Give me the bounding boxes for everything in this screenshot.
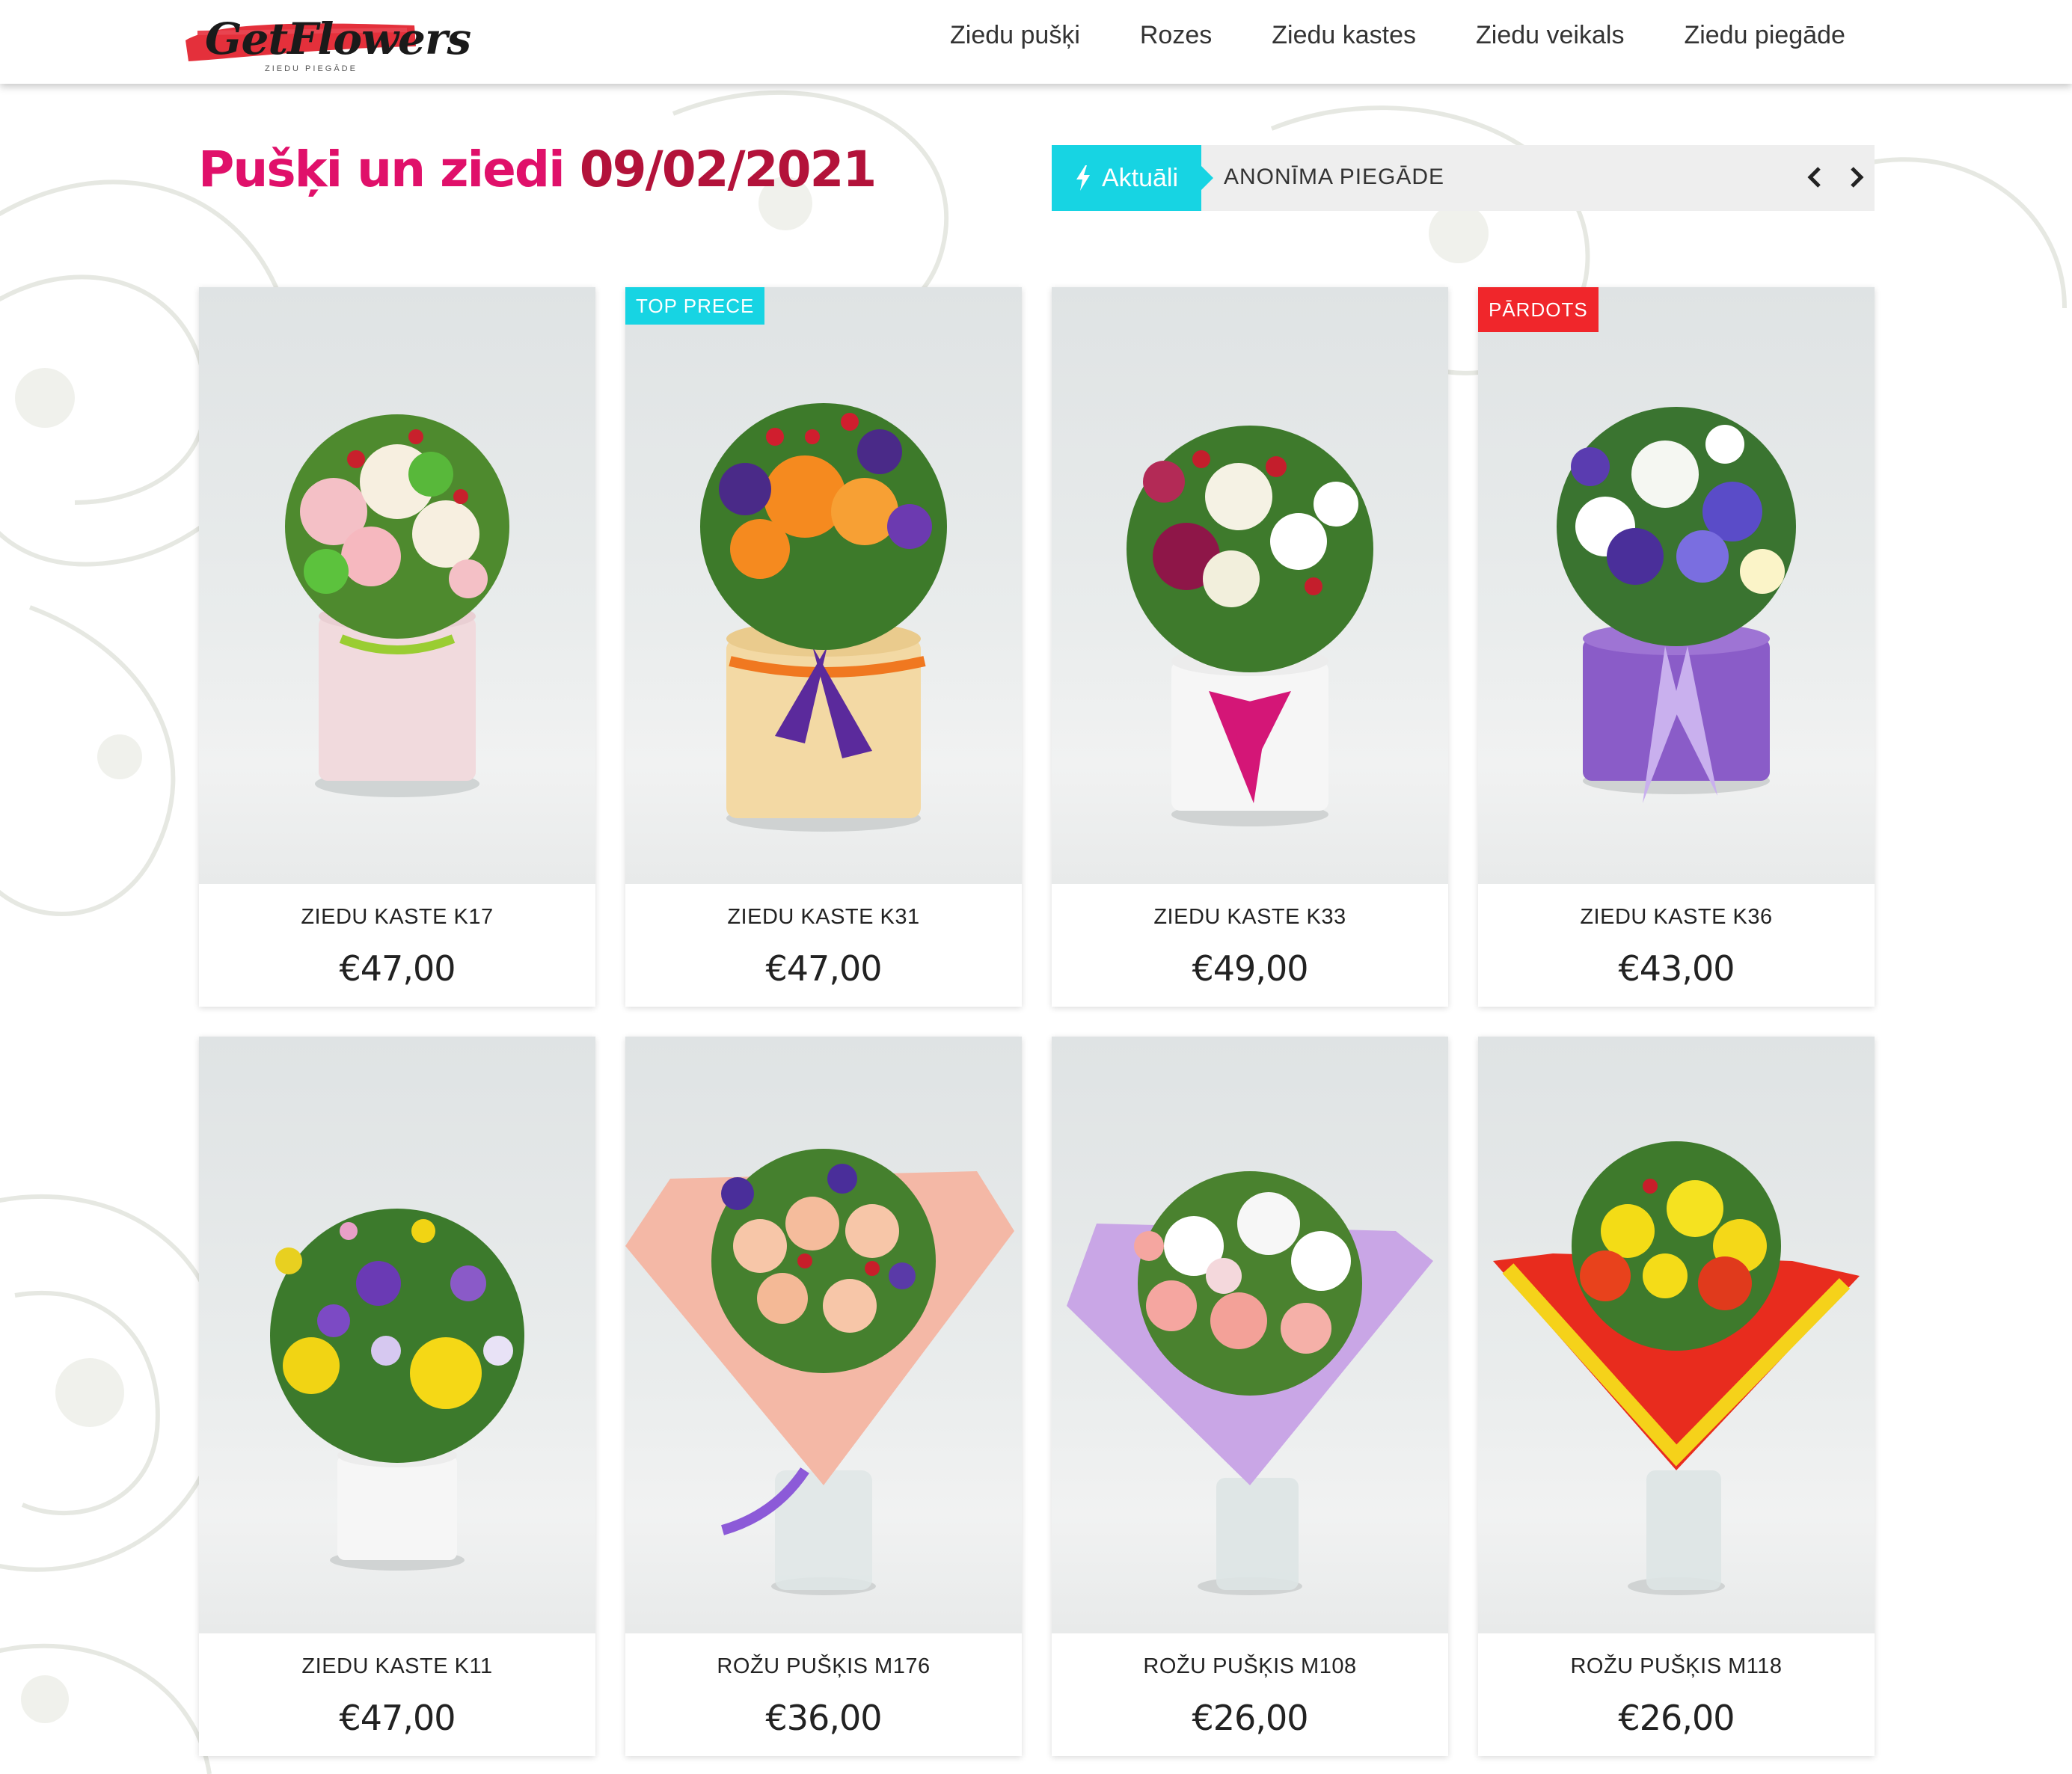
product-card[interactable]: ROŽU PUŠĶIS M118 €26,00 <box>1478 1037 1875 1756</box>
product-name[interactable]: ZIEDU KASTE K33 <box>1052 905 1448 930</box>
bouquet-vase-illustration <box>1067 1171 1433 1595</box>
product-image[interactable] <box>1478 287 1875 884</box>
bouquet-vase-illustration <box>625 1149 1014 1595</box>
product-name[interactable]: ROŽU PUŠĶIS M118 <box>1478 1654 1875 1679</box>
product-image[interactable] <box>625 287 1022 884</box>
main-nav: Ziedu pušķi Rozes Ziedu kastes Ziedu vei… <box>950 21 1905 50</box>
ticker-prev-button[interactable] <box>1800 159 1830 196</box>
bouquet-vase-illustration <box>1493 1141 1860 1595</box>
flower-box-illustration <box>700 403 947 832</box>
product-name[interactable]: ZIEDU KASTE K17 <box>199 905 595 930</box>
ticker-label-text: Aktuāli <box>1101 163 1179 192</box>
product-image[interactable] <box>199 1037 595 1633</box>
product-image[interactable] <box>1052 287 1448 884</box>
nav-item-ziedu-puski[interactable]: Ziedu pušķi <box>950 21 1080 50</box>
product-price: €47,00 <box>765 948 883 989</box>
ticker-label: Aktuāli <box>1052 145 1213 211</box>
nav-item-ziedu-piegade[interactable]: Ziedu piegāde <box>1684 21 1845 50</box>
top-product-badge: TOP PRECE <box>625 287 765 325</box>
product-image[interactable] <box>1478 1037 1875 1633</box>
logo-tagline: ZIEDU PIEGĀDE <box>265 64 358 73</box>
product-price: €47,00 <box>339 1698 456 1738</box>
flower-box-illustration <box>1127 426 1373 826</box>
product-name[interactable]: ROŽU PUŠĶIS M176 <box>625 1654 1022 1679</box>
product-card[interactable]: ROŽU PUŠĶIS M108 €26,00 <box>1052 1037 1448 1756</box>
product-name[interactable]: ROŽU PUŠĶIS M108 <box>1052 1654 1448 1679</box>
site-logo[interactable]: GetFlowers ZIEDU PIEGĀDE <box>183 10 471 78</box>
product-price: €43,00 <box>1618 948 1735 989</box>
sold-badge: PĀRDOTS <box>1478 287 1599 332</box>
product-card[interactable]: ZIEDU KASTE K11 €47,00 <box>199 1037 595 1756</box>
product-name[interactable]: ZIEDU KASTE K11 <box>199 1654 595 1679</box>
product-name[interactable]: ZIEDU KASTE K31 <box>625 905 1022 930</box>
nav-item-ziedu-kastes[interactable]: Ziedu kastes <box>1272 21 1416 50</box>
news-ticker: Aktuāli ANONĪMA PIEGĀDE <box>1052 145 1875 211</box>
product-card[interactable]: ZIEDU KASTE K17 €47,00 <box>199 287 595 1007</box>
flower-box-illustration <box>1557 407 1796 803</box>
product-price: €49,00 <box>1192 948 1309 989</box>
nav-item-ziedu-veikals[interactable]: Ziedu veikals <box>1476 21 1624 50</box>
chevron-left-icon <box>1807 167 1821 188</box>
ticker-next-button[interactable] <box>1842 159 1872 196</box>
product-image[interactable] <box>1052 1037 1448 1633</box>
product-price: €36,00 <box>765 1698 883 1738</box>
page-title: Pušķi un ziedi 09/02/2021 <box>198 141 877 198</box>
product-name[interactable]: ZIEDU KASTE K36 <box>1478 905 1875 930</box>
page-title-text: Pušķi un ziedi <box>198 141 565 198</box>
lightning-icon <box>1076 165 1090 191</box>
product-image[interactable] <box>625 1037 1022 1633</box>
nav-item-rozes[interactable]: Rozes <box>1140 21 1212 50</box>
product-card[interactable]: ROŽU PUŠĶIS M176 €36,00 <box>625 1037 1022 1756</box>
ticker-headline[interactable]: ANONĪMA PIEGĀDE <box>1224 165 1444 190</box>
page-title-date: 09/02/2021 <box>579 141 877 198</box>
chevron-right-icon <box>1851 167 1864 188</box>
product-card[interactable]: TOP PRECE ZIEDU KASTE K31 €47,00 <box>625 287 1022 1007</box>
product-image[interactable] <box>199 287 595 884</box>
product-card[interactable]: PĀRDOTS ZIEDU KASTE K36 €43,00 <box>1478 287 1875 1007</box>
product-card[interactable]: ZIEDU KASTE K33 €49,00 <box>1052 287 1448 1007</box>
site-header: GetFlowers ZIEDU PIEGĀDE Ziedu pušķi Roz… <box>0 0 2072 84</box>
product-price: €47,00 <box>339 948 456 989</box>
flower-box-illustration <box>285 414 509 797</box>
flower-box-illustration <box>270 1209 524 1571</box>
logo-text: GetFlowers <box>205 13 471 64</box>
product-price: €26,00 <box>1192 1698 1309 1738</box>
product-price: €26,00 <box>1618 1698 1735 1738</box>
